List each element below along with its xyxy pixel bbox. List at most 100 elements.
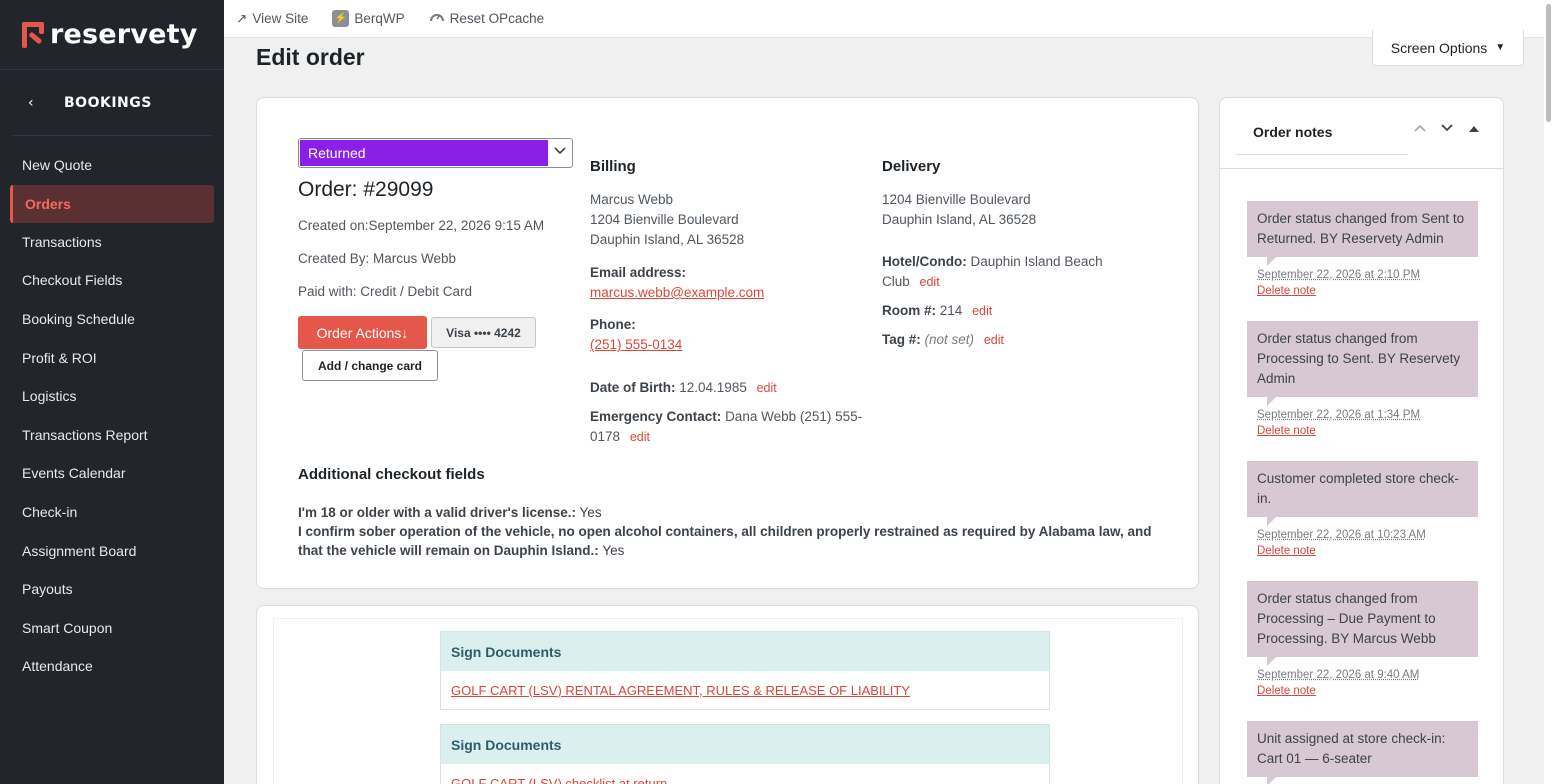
chevron-up-icon[interactable]: [1413, 122, 1427, 137]
order-details-card: Returned Order: #29099 Created on:Septem…: [256, 97, 1199, 589]
sidebar-item-check-in[interactable]: Check-in: [0, 493, 224, 532]
edit-dob-link[interactable]: edit: [757, 381, 777, 395]
billing-dob: Date of Birth: 12.04.1985 edit: [590, 378, 777, 398]
delete-note-link[interactable]: Delete note: [1257, 283, 1478, 299]
sidebar-item-transactions[interactable]: Transactions: [0, 223, 224, 262]
note-date: September 22, 2026 at 9:40 AM: [1257, 669, 1420, 681]
screen-options-label: Screen Options: [1390, 39, 1488, 56]
delivery-room: Room #: 214 edit: [882, 301, 992, 321]
sidebar-item-new-quote[interactable]: New Quote: [0, 146, 224, 185]
additional-field-sober: I confirm sober operation of the vehicle…: [298, 522, 1158, 560]
logo-text: reservety: [50, 19, 198, 50]
note-text: Order status changed from Sent to Return…: [1247, 201, 1478, 266]
caret-down-icon: ▼: [1495, 42, 1506, 53]
chevron-down-icon: [554, 143, 566, 159]
field-sober-label: I confirm sober operation of the vehicle…: [298, 524, 1152, 558]
billing-heading: Billing: [590, 158, 636, 175]
edit-emergency-link[interactable]: edit: [630, 430, 650, 444]
sidebar-item-events-calendar[interactable]: Events Calendar: [0, 454, 224, 493]
note-date: September 22, 2026 at 2:10 PM: [1257, 269, 1421, 281]
add-change-card-button[interactable]: Add / change card: [302, 350, 438, 381]
sign-documents-heading: Sign Documents: [441, 725, 1049, 764]
sidebar-section-header: ‹ BOOKINGS: [12, 70, 212, 136]
sidebar-item-smart-coupon[interactable]: Smart Coupon: [0, 609, 224, 648]
billing-address: Marcus Webb 1204 Bienville Boulevard Dau…: [590, 190, 744, 250]
order-paid-with: Paid with: Credit / Debit Card: [298, 284, 473, 299]
sidebar-item-payouts[interactable]: Payouts: [0, 570, 224, 609]
delivery-tag: Tag #: (not set) edit: [882, 330, 1004, 350]
billing-name: Marcus Webb: [590, 192, 674, 207]
emergency-value-line2: 0178: [590, 429, 621, 444]
external-link-icon: ↗: [236, 10, 248, 26]
additional-fields-list: I'm 18 or older with a valid driver's li…: [298, 503, 1158, 560]
additional-field-license: I'm 18 or older with a valid driver's li…: [298, 503, 1158, 522]
room-value: 214: [939, 303, 963, 318]
additional-fields-heading: Additional checkout fields: [298, 466, 485, 483]
order-note: Order status changed from Processing – D…: [1247, 581, 1478, 699]
order-actions-button[interactable]: Order Actions ↓: [298, 316, 427, 349]
order-status-select[interactable]: Returned: [298, 138, 573, 168]
sidebar-item-orders[interactable]: Orders: [10, 184, 214, 223]
note-date: September 22, 2026 at 1:34 PM: [1257, 409, 1421, 421]
delete-note-link[interactable]: Delete note: [1257, 423, 1478, 439]
sign-documents-heading: Sign Documents: [441, 632, 1049, 671]
reset-opcache-link[interactable]: Reset OPcache: [429, 10, 544, 27]
rental-agreement-link[interactable]: GOLF CART (LSV) RENTAL AGREEMENT, RULES …: [451, 683, 910, 698]
sidebar-item-logistics[interactable]: Logistics: [0, 377, 224, 416]
order-actions-label: Order Actions: [316, 324, 402, 341]
note-text: Order status changed from Processing to …: [1247, 321, 1478, 406]
order-notes-header: Order notes: [1220, 98, 1503, 169]
collapse-toggle-icon[interactable]: [1469, 122, 1479, 137]
sidebar-item-booking-schedule[interactable]: Booking Schedule: [0, 300, 224, 339]
admin-bar: ↗ View Site ⚡ BerqWP Reset OPcache: [224, 0, 1552, 38]
edit-tag-link[interactable]: edit: [984, 333, 1004, 347]
sidebar-item-transactions-report[interactable]: Transactions Report: [0, 416, 224, 455]
order-notes-title: Order notes: [1253, 124, 1333, 140]
field-sober-value: Yes: [602, 543, 625, 558]
tag-value: (not set): [924, 332, 975, 347]
phone-link[interactable]: (251) 555-0134: [590, 337, 682, 352]
order-created-on: Created on:September 22, 2026 9:15 AM: [298, 218, 545, 233]
delete-note-link[interactable]: Delete note: [1257, 543, 1478, 559]
email-link[interactable]: marcus.webb@example.com: [590, 285, 764, 300]
email-label: Email address:: [590, 265, 687, 280]
page-scrollbar[interactable]: [1544, 0, 1552, 784]
lightning-icon: ⚡: [332, 10, 350, 27]
sidebar-item-profit-roi[interactable]: Profit & ROI: [0, 338, 224, 377]
room-label: Room #:: [882, 303, 936, 318]
sidebar: reservety ‹ BOOKINGS New Quote Orders Tr…: [0, 0, 224, 784]
sidebar-item-checkout-fields[interactable]: Checkout Fields: [0, 261, 224, 300]
order-number: Order: #29099: [298, 178, 434, 201]
saved-card-button[interactable]: Visa •••• 4242: [431, 317, 536, 348]
delete-note-link[interactable]: Delete note: [1257, 683, 1478, 699]
dob-value: 12.04.1985: [679, 380, 747, 395]
arrow-down-icon: ↓: [401, 324, 409, 341]
view-site-label: View Site: [252, 11, 309, 26]
hotel-value-line2: Club: [882, 274, 910, 289]
order-status-value: Returned: [300, 140, 548, 166]
tag-label: Tag #:: [882, 332, 921, 347]
delivery-heading: Delivery: [882, 158, 941, 175]
chevron-down-icon[interactable]: [1440, 122, 1454, 137]
berqwp-link[interactable]: ⚡ BerqWP: [332, 10, 405, 27]
sign-documents-block: Sign Documents GOLF CART (LSV) RENTAL AG…: [440, 631, 1050, 710]
logo[interactable]: reservety: [0, 0, 224, 70]
sidebar-section-title: BOOKINGS: [64, 94, 152, 111]
delivery-address-line1: 1204 Bienville Boulevard: [882, 192, 1031, 207]
sidebar-item-assignment-board[interactable]: Assignment Board: [0, 531, 224, 570]
edit-hotel-link[interactable]: edit: [920, 275, 940, 289]
delivery-address-line2: Dauphin Island, AL 36528: [882, 212, 1037, 227]
view-site-link[interactable]: ↗ View Site: [236, 11, 308, 27]
page-title: Edit order: [256, 44, 365, 70]
gauge-icon: [429, 10, 445, 27]
chevron-left-icon[interactable]: ‹: [28, 95, 52, 111]
hotel-label: Hotel/Condo:: [882, 254, 967, 269]
reservety-logo-icon: [22, 21, 44, 48]
sidebar-item-attendance[interactable]: Attendance: [0, 647, 224, 686]
return-checklist-link[interactable]: GOLF CART (LSV) checklist at return: [451, 776, 667, 784]
edit-room-link[interactable]: edit: [972, 304, 992, 318]
order-note: Unit assigned at store check-in: Cart 01…: [1247, 721, 1478, 784]
delivery-address: 1204 Bienville Boulevard Dauphin Island,…: [882, 190, 1036, 230]
note-text: Order status changed from Processing – D…: [1247, 581, 1478, 666]
screen-options-button[interactable]: Screen Options ▼: [1372, 30, 1524, 66]
